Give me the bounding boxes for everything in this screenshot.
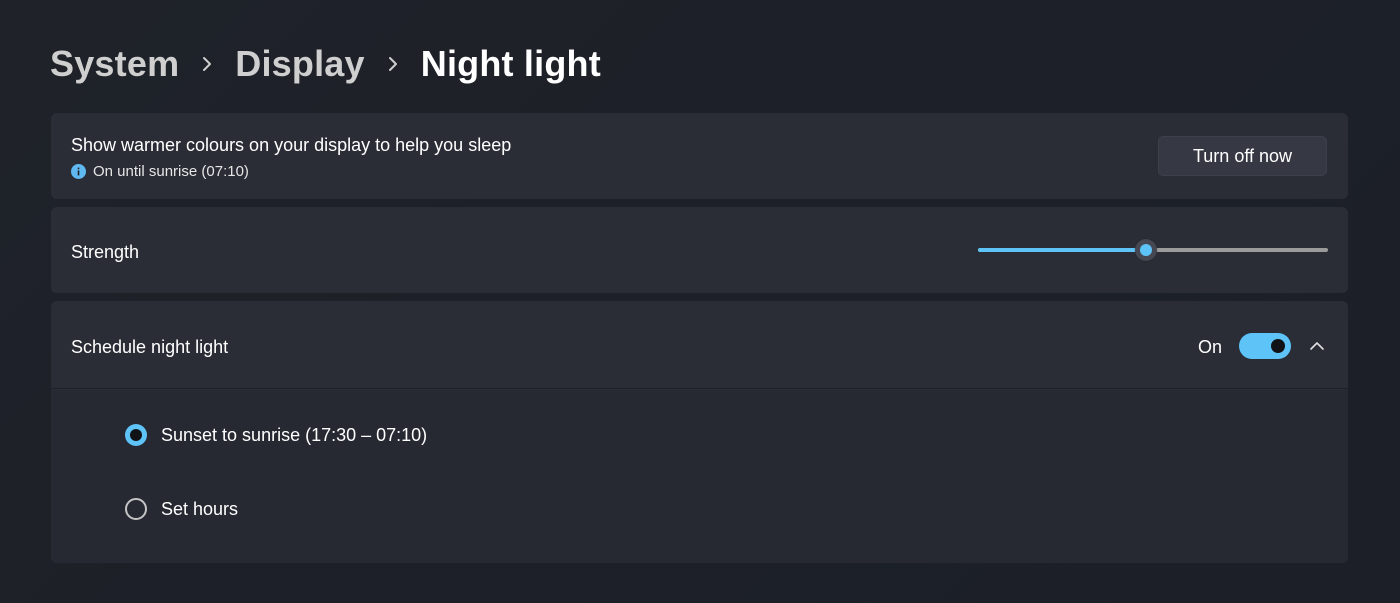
breadcrumb: System Display Night light [50, 38, 601, 90]
slider-fill [978, 248, 1146, 252]
schedule-toggle[interactable] [1239, 333, 1291, 359]
radio-label-set-hours: Set hours [161, 498, 239, 519]
slider-thumb-center [1140, 244, 1152, 256]
radio-button-checked[interactable] [125, 424, 147, 446]
radio-label-sunset-to-sunrise: Sunset to sunrise (17:30 – 07:10) [161, 424, 428, 445]
strength-slider[interactable] [978, 237, 1328, 263]
page-title: Night light [420, 43, 601, 84]
strength-label: Strength [71, 242, 140, 262]
radio-dot [130, 429, 142, 441]
info-icon [71, 164, 86, 179]
night-light-status-text: On until sunrise (07:10) [93, 163, 249, 180]
schedule-options: Sunset to sunrise (17:30 – 07:10) Set ho… [51, 390, 1348, 563]
turn-off-now-button[interactable]: Turn off now [1158, 136, 1327, 176]
schedule-header[interactable]: Schedule night light On [51, 301, 1348, 389]
schedule-label: Schedule night light [71, 337, 229, 357]
night-light-status: On until sunrise (07:10) [71, 163, 249, 180]
breadcrumb-item-system[interactable]: System [50, 43, 179, 85]
strength-card: Strength [51, 207, 1348, 293]
chevron-up-icon[interactable] [1305, 334, 1329, 358]
schedule-card: Schedule night light On Sunset to sunris… [51, 301, 1348, 563]
radio-option-sunset-to-sunrise[interactable]: Sunset to sunrise (17:30 – 07:10) [125, 424, 427, 446]
radio-option-set-hours[interactable]: Set hours [125, 498, 238, 520]
chevron-right-icon [179, 38, 235, 90]
chevron-right-icon [365, 38, 421, 90]
toggle-state-label: On [1198, 337, 1223, 357]
radio-button-unchecked[interactable] [125, 498, 147, 520]
slider-thumb[interactable] [1135, 239, 1157, 261]
night-light-description: Show warmer colours on your display to h… [71, 135, 512, 155]
breadcrumb-item-display[interactable]: Display [235, 43, 364, 85]
night-light-intro-card: Show warmer colours on your display to h… [51, 113, 1348, 199]
toggle-knob [1271, 339, 1285, 353]
